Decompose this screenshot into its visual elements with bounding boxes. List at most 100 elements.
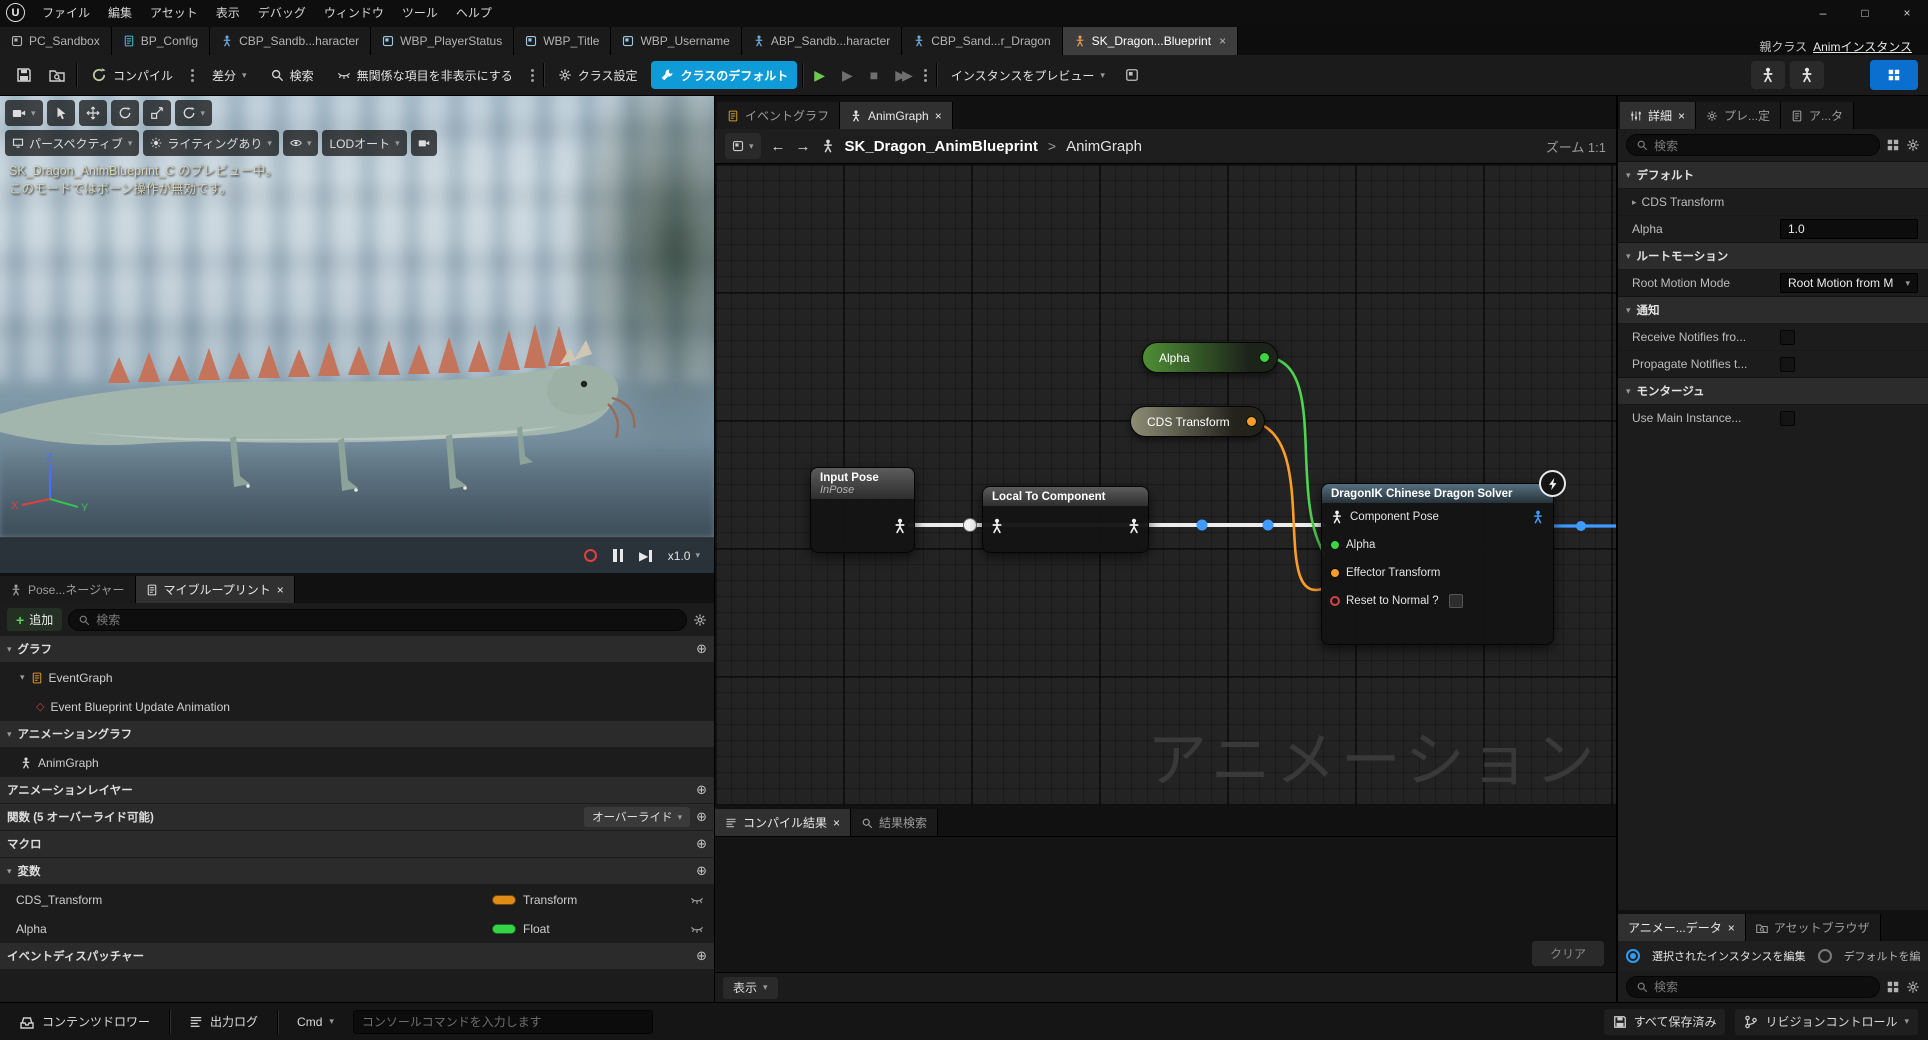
select-tool-button[interactable] <box>47 100 75 126</box>
category-functions[interactable]: 関数 (5 オーバーライド可能) オーバーライド ▾ ⊕ <box>0 804 714 830</box>
variable-row-alpha[interactable]: Alpha Float <box>0 914 714 943</box>
play-button[interactable]: ▶ <box>808 61 831 89</box>
forward-icon[interactable]: → <box>796 138 811 155</box>
propagate-notifies-checkbox[interactable] <box>1780 357 1795 372</box>
menu-help[interactable]: ヘルプ <box>447 0 501 25</box>
category-animation-graphs[interactable]: ▾ アニメーショングラフ <box>0 721 714 747</box>
find-button[interactable]: 検索 <box>261 61 323 89</box>
lit-mode-dropdown[interactable]: ライティングあり ▾ <box>143 130 279 156</box>
tab-my-blueprint[interactable]: マイブループリント × <box>136 576 295 603</box>
perspective-dropdown[interactable]: パースペクティブ ▾ <box>5 130 139 156</box>
diff-button[interactable]: 差分 ▾ <box>203 61 256 89</box>
menu-edit[interactable]: 編集 <box>99 0 141 25</box>
category-macros[interactable]: マクロ ⊕ <box>0 831 714 857</box>
close-tab-icon[interactable]: × <box>277 583 284 597</box>
asset-tab-wbp-title[interactable]: WBP_Title <box>514 27 611 55</box>
tab-preview-settings[interactable]: プレ...定 <box>1696 102 1781 129</box>
tab-details[interactable]: 詳細 × <box>1620 102 1696 129</box>
frame-skip-button[interactable]: ▶ <box>836 61 859 89</box>
category-default[interactable]: ▾ デフォルト <box>1618 161 1928 188</box>
preview-instance-dropdown[interactable]: インスタンスをプレビュー ▾ <box>942 61 1114 89</box>
hide-unrelated-kebab-icon[interactable] <box>531 74 534 77</box>
variable-row-cds-transform[interactable]: CDS_Transform Transform <box>0 885 714 914</box>
preview-instance-browse-button[interactable] <box>1119 61 1145 89</box>
menu-window[interactable]: ウィンドウ <box>315 0 393 25</box>
record-icon[interactable] <box>584 549 597 562</box>
close-tab-icon[interactable]: × <box>833 816 840 830</box>
category-event-dispatchers[interactable]: イベントディスパッチャー ⊕ <box>0 943 714 969</box>
tab-asset-details[interactable]: ア...タ <box>1781 102 1854 129</box>
asset-tab-wbp-playerstatus[interactable]: WBP_PlayerStatus <box>371 27 514 55</box>
move-tool-button[interactable] <box>79 100 107 126</box>
pose-input-pin[interactable] <box>1330 510 1344 524</box>
node-dragonik-solver[interactable]: DragonIK Chinese Dragon Solver Component… <box>1321 483 1554 645</box>
transform-input-pin[interactable] <box>1330 568 1340 578</box>
pose-output-pin[interactable] <box>892 518 908 534</box>
pose-input-pin[interactable] <box>989 518 1005 534</box>
asset-tab-cbp-dragon[interactable]: CBP_Sand...r_Dragon <box>902 27 1062 55</box>
snap-toggle-button[interactable]: ▾ <box>175 100 213 126</box>
save-status-button[interactable]: すべて保存済み <box>1604 1009 1726 1035</box>
close-icon[interactable]: × <box>1886 0 1928 25</box>
node-local-to-component[interactable]: Local To Component <box>982 486 1149 553</box>
root-motion-mode-dropdown[interactable]: Root Motion from M ▾ <box>1780 273 1918 293</box>
layout-button[interactable] <box>1870 60 1918 90</box>
use-main-instance-checkbox[interactable] <box>1780 411 1795 426</box>
menu-file[interactable]: ファイル <box>33 0 99 25</box>
details-search-input[interactable]: 検索 <box>1626 134 1880 156</box>
edit-defaults-radio[interactable] <box>1818 949 1832 963</box>
add-dispatcher-icon[interactable]: ⊕ <box>696 948 707 964</box>
save-button[interactable] <box>10 61 38 89</box>
cmd-dropdown[interactable]: Cmd ▾ <box>288 1009 343 1035</box>
tab-animgraph[interactable]: AnimGraph × <box>840 102 953 129</box>
override-dropdown[interactable]: オーバーライド ▾ <box>584 807 690 827</box>
show-filter-dropdown[interactable]: 表示 ▾ <box>723 977 778 999</box>
parent-class-link[interactable]: Animインスタンス <box>1813 38 1912 55</box>
compile-options-kebab-icon[interactable] <box>191 74 194 77</box>
asset-tab-wbp-username[interactable]: WBP_Username <box>611 27 741 55</box>
preview-mesh-button-2[interactable] <box>1790 61 1824 89</box>
category-graphs[interactable]: ▾ グラフ ⊕ <box>0 636 714 662</box>
display-filter-icon[interactable] <box>1886 138 1900 152</box>
skip-to-end-button[interactable]: ▶▶ <box>889 61 915 89</box>
node-input-pose[interactable]: Input Pose InPose <box>810 467 915 553</box>
category-variables[interactable]: ▾ 変数 ⊕ <box>0 858 714 884</box>
unreal-logo-icon[interactable]: U <box>6 3 25 22</box>
graph-picker-dropdown[interactable]: ▾ <box>725 133 761 159</box>
step-forward-icon[interactable]: ▶ <box>639 549 652 563</box>
display-filter-icon[interactable] <box>1886 980 1900 994</box>
anim-preview-search-input[interactable]: 検索 <box>1626 976 1880 998</box>
gear-icon[interactable] <box>693 613 707 627</box>
close-tab-icon[interactable]: × <box>935 109 942 123</box>
output-log-button[interactable]: 出力ログ <box>180 1009 267 1035</box>
tab-asset-browser[interactable]: アセットブラウザ <box>1746 914 1881 941</box>
pose-output-pin[interactable] <box>1126 518 1142 534</box>
add-function-icon[interactable]: ⊕ <box>696 809 707 825</box>
back-icon[interactable]: ← <box>771 138 786 155</box>
preview-viewport[interactable]: ▾ ▾ パースペクティブ ▾ ライティングあり ▾ ▾ <box>0 96 714 573</box>
hide-unrelated-button[interactable]: 無関係な項目を非表示にする <box>328 61 522 89</box>
transform-pin[interactable] <box>1246 416 1257 427</box>
add-macro-icon[interactable]: ⊕ <box>696 836 707 852</box>
tab-eventgraph[interactable]: イベントグラフ <box>717 102 840 129</box>
bool-input-pin[interactable] <box>1330 596 1340 606</box>
preview-mesh-button-1[interactable] <box>1751 61 1785 89</box>
tab-anim-preview-data[interactable]: アニメー...データ × <box>1618 914 1746 941</box>
add-variable-icon[interactable]: ⊕ <box>696 863 707 879</box>
node-alpha-get[interactable]: Alpha <box>1142 342 1278 373</box>
settings-gear-icon[interactable] <box>1906 138 1920 152</box>
asset-tab-cbp-character[interactable]: CBP_Sandb...haracter <box>210 27 371 55</box>
asset-tab-pc-sandbox[interactable]: PC_Sandbox <box>0 27 112 55</box>
playback-speed-dropdown[interactable]: x1.0 ▾ <box>668 549 700 563</box>
screenshot-button[interactable] <box>411 130 437 156</box>
maximize-icon[interactable]: □ <box>1844 0 1886 25</box>
menu-asset[interactable]: アセット <box>141 0 207 25</box>
category-notifies[interactable]: ▾ 通知 <box>1618 296 1928 323</box>
visibility-closed-eye-icon[interactable] <box>690 922 704 936</box>
camera-speed-dropdown[interactable]: ▾ <box>5 100 43 126</box>
close-tab-icon[interactable]: × <box>1728 921 1735 935</box>
clear-button[interactable]: クリア <box>1532 941 1604 966</box>
revision-control-button[interactable]: リビジョンコントロール ▾ <box>1735 1009 1918 1035</box>
browse-asset-button[interactable] <box>43 61 71 89</box>
close-tab-icon[interactable]: × <box>1678 109 1685 123</box>
